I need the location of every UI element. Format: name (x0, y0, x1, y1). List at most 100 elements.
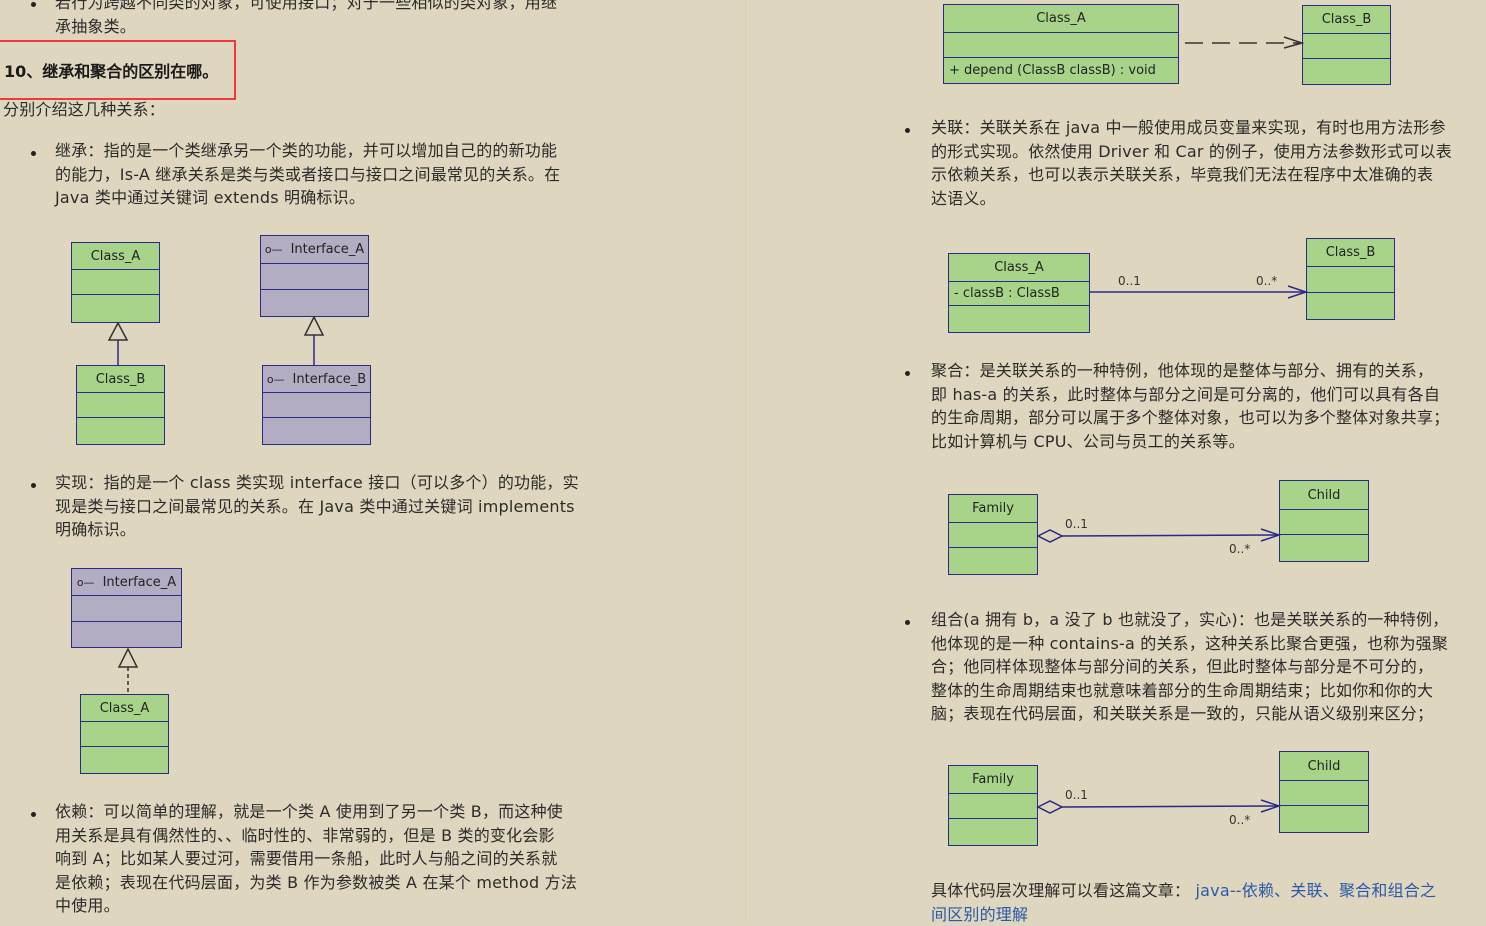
uml-class-name: Class_A (994, 260, 1044, 275)
uml-attributes (949, 793, 1037, 818)
bullet (31, 151, 36, 156)
text-line: 示依赖关系，也可以表示关联关系，毕竟我们无法在程序中太准确的表 (931, 165, 1434, 184)
interface-lollipop-icon: o— (264, 243, 283, 256)
inheritance-paragraph: 继承：指的是一个类继承另一个类的功能，并可以增加自己的的新功能 的能力，Is-A… (55, 139, 560, 210)
bullet (31, 483, 36, 488)
aggregation-diamond (1036, 529, 1064, 543)
bullet (31, 812, 36, 817)
uml-methods (949, 305, 1089, 331)
uml-attributes (1280, 509, 1368, 534)
uml-class-box: Class_B (1302, 5, 1391, 85)
section-heading: 10、继承和聚合的区别在哪。 (4, 62, 219, 81)
uml-methods (949, 547, 1037, 573)
text-line: 继承：指的是一个类继承另一个类的功能，并可以增加自己的的新功能 (55, 141, 558, 160)
uml-class-box: Class_B (1306, 238, 1395, 320)
uml-attributes (72, 269, 159, 294)
uml-class-name: Class_A (90, 248, 141, 264)
multiplicity-label: 0..1 (1065, 517, 1088, 531)
text-line: 合；他同样体现整体与部分间的关系，但此时整体与部分是不可分的， (931, 657, 1434, 676)
text-line: 脑；表现在代码层面，和关联关系是一致的，只能从语义级别来区分； (931, 704, 1434, 723)
aggregation-line (1061, 534, 1279, 537)
footer-prefix: 具体代码层次理解可以看这篇文章： (931, 881, 1191, 900)
footer-paragraph: 具体代码层次理解可以看这篇文章： java--依赖、关联、聚合和组合之 间区别的… (931, 879, 1436, 926)
composition-line (1061, 805, 1279, 808)
bullet (905, 620, 910, 625)
uml-class-box: Class_A + depend (ClassB classB) : void (943, 4, 1179, 84)
composition-paragraph: 组合(a 拥有 b，a 没了 b 也就没了，实心)：也是关联关系的一种特例， 他… (931, 608, 1448, 726)
uml-class-name: Class_B (1321, 12, 1372, 27)
section-subtitle: 分别介绍这几种关系： (3, 100, 166, 119)
uml-interface-name: o— Interface_A (261, 236, 368, 263)
uml-methods (263, 417, 370, 443)
text-line: Java 类中通过关键词 extends 明确标识。 (55, 188, 366, 207)
text-line: 若行为跨越不同类的对象，可使用接口；对于一些相似的类对象，用继 (55, 0, 558, 12)
generalization-arrowhead (303, 315, 325, 336)
uml-interface-box: o— Interface_A (71, 568, 182, 648)
text-line: 用关系是具有偶然性的、、临时性的、非常弱的，但是 B 类的变化会影 (55, 825, 555, 845)
uml-class-name: Class_B (1325, 245, 1376, 260)
text-line: 关联：关联关系在 java 中一般使用成员变量来实现，有时也用方法形参 (931, 118, 1446, 137)
uml-interface-box: o— Interface_B (262, 365, 371, 445)
uml-attributes (261, 263, 368, 289)
realization-paragraph: 实现：指的是一个 class 类实现 interface 接口（可以多个）的功能… (55, 471, 579, 542)
generalization-arrowhead (107, 321, 129, 341)
article-link[interactable]: java--依赖、关联、聚合和组合之 (1196, 881, 1437, 900)
uml-attributes (72, 595, 181, 621)
uml-attributes (77, 392, 164, 417)
text-line: 即 has-a 的关系，此时整体与部分之间是可分离的，他们可以具有各自 (931, 384, 1441, 404)
bullet (905, 371, 910, 376)
uml-class-name: Class_A (1036, 11, 1086, 26)
text-line: 的形式实现。依然使用 Driver 和 Car 的例子，使用方法参数形式可以表 (931, 141, 1452, 161)
uml-methods (72, 294, 159, 321)
text-line: 依赖：可以简单的理解，就是一个类 A 使用到了另一个类 B，而这种使 (55, 802, 563, 821)
uml-methods (1307, 292, 1394, 318)
uml-interface-label: Interface_B (292, 371, 367, 387)
uml-methods (261, 289, 368, 315)
uml-methods (72, 621, 181, 646)
realization-arrowhead (117, 647, 139, 668)
text-line: 整体的生命周期结束也就意味着部分的生命周期结束；比如你和你的大 (931, 680, 1434, 700)
uml-class-box: Class_A (71, 242, 160, 323)
uml-class-name: Family (972, 772, 1014, 787)
uml-class-name: Child (1307, 487, 1341, 503)
uml-methods (949, 818, 1037, 844)
text-line: 承抽象类。 (55, 16, 137, 36)
column-divider (745, 0, 746, 920)
bullet (31, 2, 36, 7)
composition-arrowhead (1260, 799, 1282, 813)
text-line: 比如计算机与 CPU、公司与员工的关系等。 (931, 431, 1245, 451)
uml-attributes (1280, 780, 1368, 805)
text-line: 他体现的是一种 contains-a 的关系，这种关系比聚合更强，也称为强聚 (931, 633, 1449, 653)
uml-interface-box: o— Interface_A (260, 235, 369, 317)
uml-class-box: Child (1279, 751, 1369, 833)
text-line: 响到 A；比如某人要过河，需要借用一条船，此时人与船之间的关系就 (55, 849, 558, 868)
article-link-continued[interactable]: 间区别的理解 (931, 905, 1028, 924)
uml-interface-name: o— Interface_A (72, 569, 181, 595)
uml-interface-name: o— Interface_B (263, 366, 370, 392)
uml-method: + depend (ClassB classB) : void (944, 57, 1178, 83)
text-line: 聚合：是关联关系的一种特例，他体现的是整体与部分、拥有的关系， (931, 361, 1434, 380)
uml-interface-label: Interface_A (102, 574, 177, 590)
uml-methods (1280, 805, 1368, 831)
association-paragraph: 关联：关联关系在 java 中一般使用成员变量来实现，有时也用方法形参 的形式实… (931, 116, 1452, 210)
composition-diamond (1036, 800, 1064, 814)
multiplicity-label: 0..* (1229, 542, 1251, 556)
dependency-paragraph: 依赖：可以简单的理解，就是一个类 A 使用到了另一个类 B，而这种使 用关系是具… (55, 800, 577, 918)
uml-class-box: Class_B (76, 365, 165, 445)
uml-attributes (1303, 33, 1390, 58)
uml-class-box: Family (948, 494, 1038, 575)
aggregation-paragraph: 聚合：是关联关系的一种特例，他体现的是整体与部分、拥有的关系， 即 has-a … (931, 359, 1449, 453)
multiplicity-label: 0..1 (1118, 274, 1141, 288)
uml-methods (1280, 534, 1368, 560)
uml-methods (81, 746, 168, 772)
uml-class-box: Family (948, 765, 1038, 846)
uml-class-box: Child (1279, 480, 1369, 562)
uml-attributes (1307, 266, 1394, 292)
text-line: 达语义。 (931, 188, 996, 208)
text-line: 中使用。 (55, 896, 120, 915)
dependency-arrowhead (1283, 36, 1305, 49)
uml-methods (1303, 58, 1390, 83)
uml-attributes (81, 721, 168, 746)
uml-class-name: Class_B (95, 371, 146, 387)
uml-attributes (949, 522, 1037, 547)
